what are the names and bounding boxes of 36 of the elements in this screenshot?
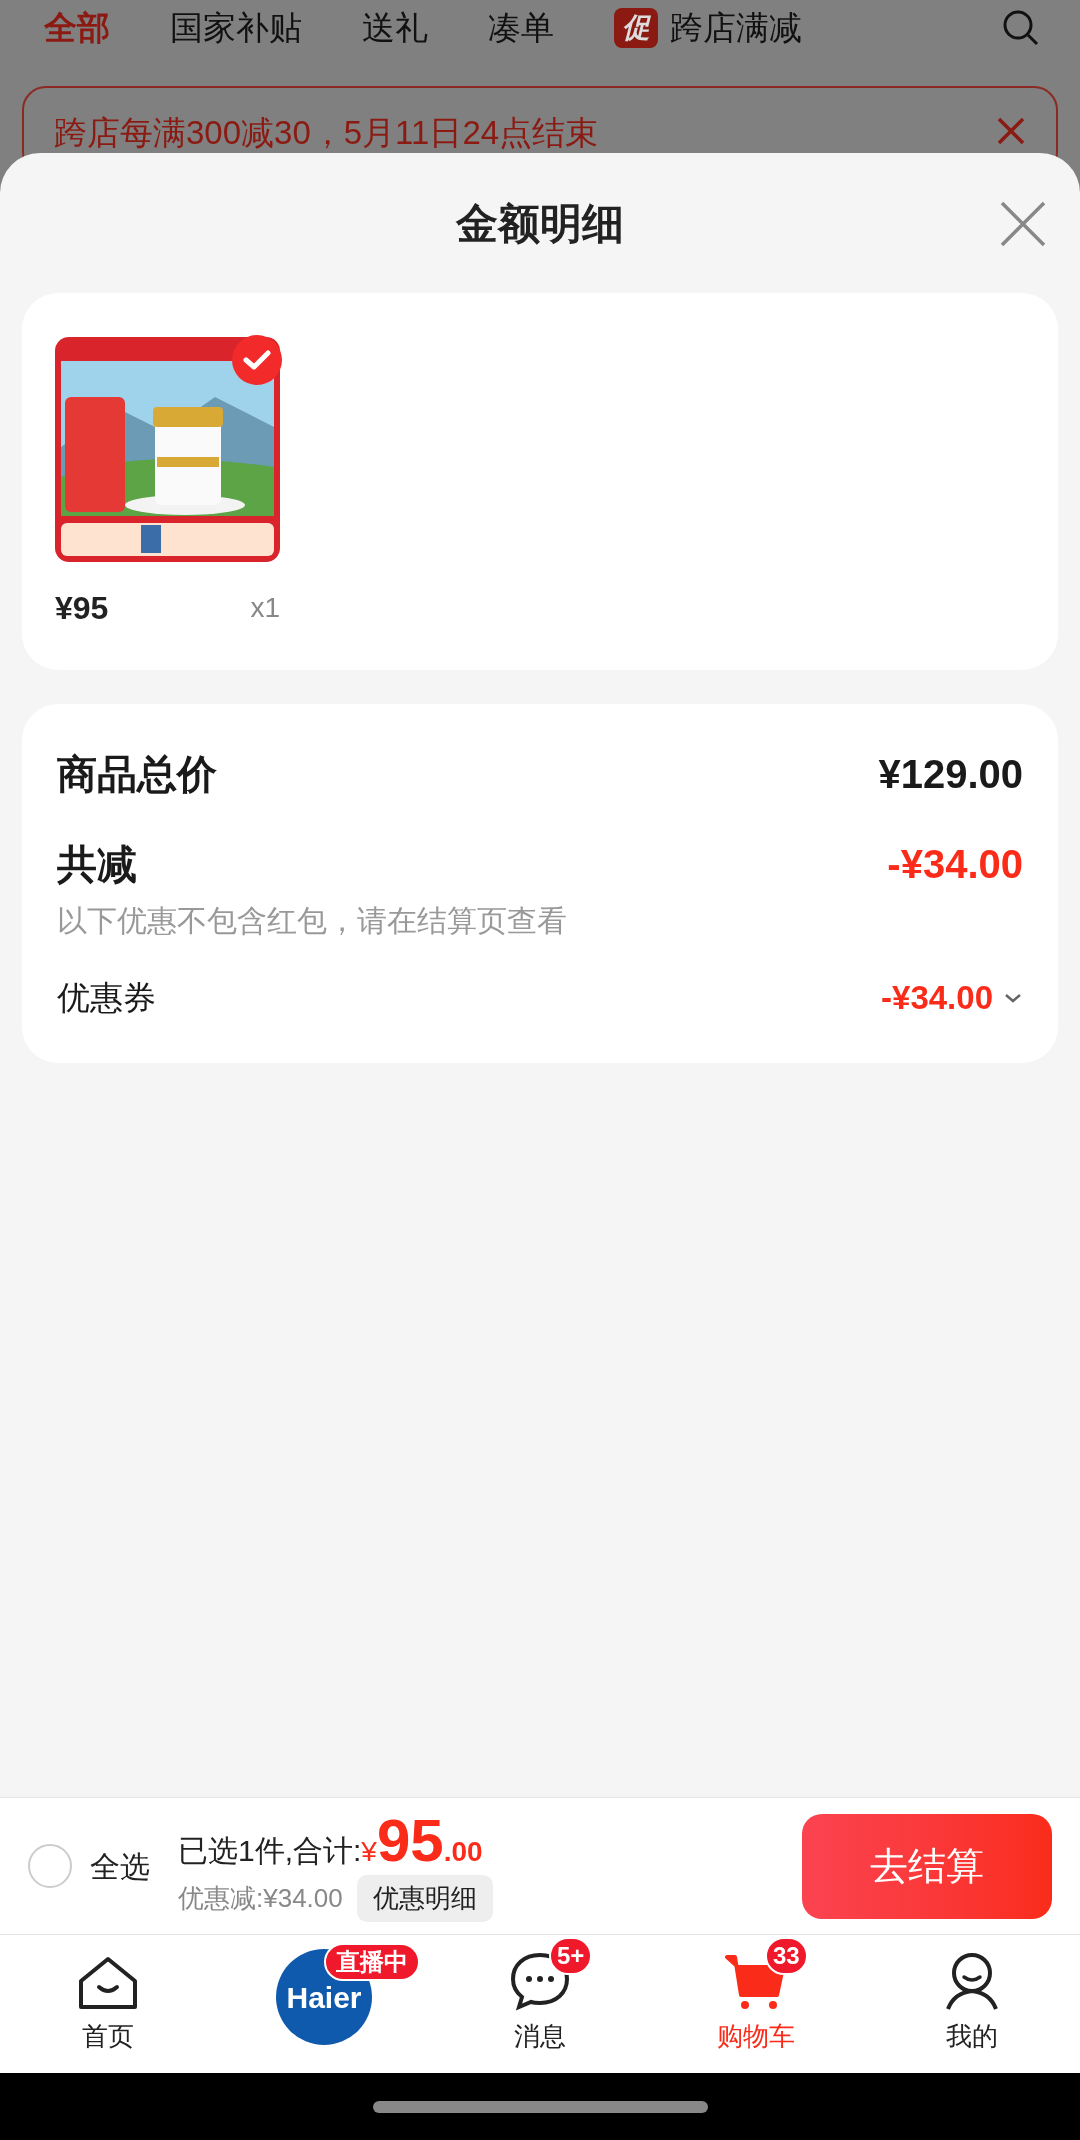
select-all-radio[interactable] <box>28 1844 72 1888</box>
total-price-decimal: .00 <box>443 1834 483 1869</box>
search-icon[interactable] <box>1002 9 1040 47</box>
discount-text: 优惠减:¥34.00 <box>178 1881 343 1915</box>
product-price: ¥95 <box>55 589 109 628</box>
summary-label: 商品总价 <box>57 751 217 798</box>
live-badge: 直播中 <box>324 1943 420 1981</box>
summary-value: ¥129.00 <box>878 751 1023 798</box>
promo-text: 跨店每满300减30，5月11日24点结束 <box>54 113 599 153</box>
nav-tab[interactable]: 购物车 <box>717 2017 795 2056</box>
promo-badge: 促 <box>614 8 658 48</box>
nav-tab[interactable]: 我的 <box>946 2017 998 2056</box>
select-all-label: 全选 <box>90 1848 150 1885</box>
total-price: 95 <box>376 1810 444 1871</box>
checkout-button[interactable]: 去结算 <box>802 1813 1052 1919</box>
selected-count-text: 已选1件,合计: <box>178 1832 362 1869</box>
category-tab[interactable]: 凑单 <box>488 3 554 53</box>
category-tab[interactable]: 国家补贴 <box>170 3 302 53</box>
nav-tab[interactable]: 首页 <box>82 2017 134 2056</box>
count-badge: 5+ <box>549 1937 593 1975</box>
summary-label: 共减 <box>57 841 137 888</box>
home-icon <box>77 1955 139 2011</box>
quantity-text: x1 <box>250 591 280 625</box>
coupon-value: -¥34.00 <box>881 978 993 1018</box>
home-indicator[interactable] <box>372 2100 708 2113</box>
sheet-title: 金额明细 <box>456 198 624 249</box>
discount-detail-button[interactable]: 优惠明细 <box>356 1874 493 1922</box>
count-badge: 33 <box>765 1937 808 1975</box>
category-tab[interactable]: 跨店满减 <box>670 3 802 53</box>
close-icon[interactable] <box>1000 201 1046 247</box>
discount-note: 以下优惠不包含红包，请在结算页查看 <box>57 903 568 939</box>
coupon-label: 优惠券 <box>57 978 156 1018</box>
discount-value: -¥34.00 <box>887 841 1023 888</box>
nav-tab[interactable]: 消息 <box>514 2017 566 2056</box>
currency-symbol: ¥ <box>361 1835 377 1869</box>
category-tab[interactable]: 送礼 <box>362 3 428 53</box>
